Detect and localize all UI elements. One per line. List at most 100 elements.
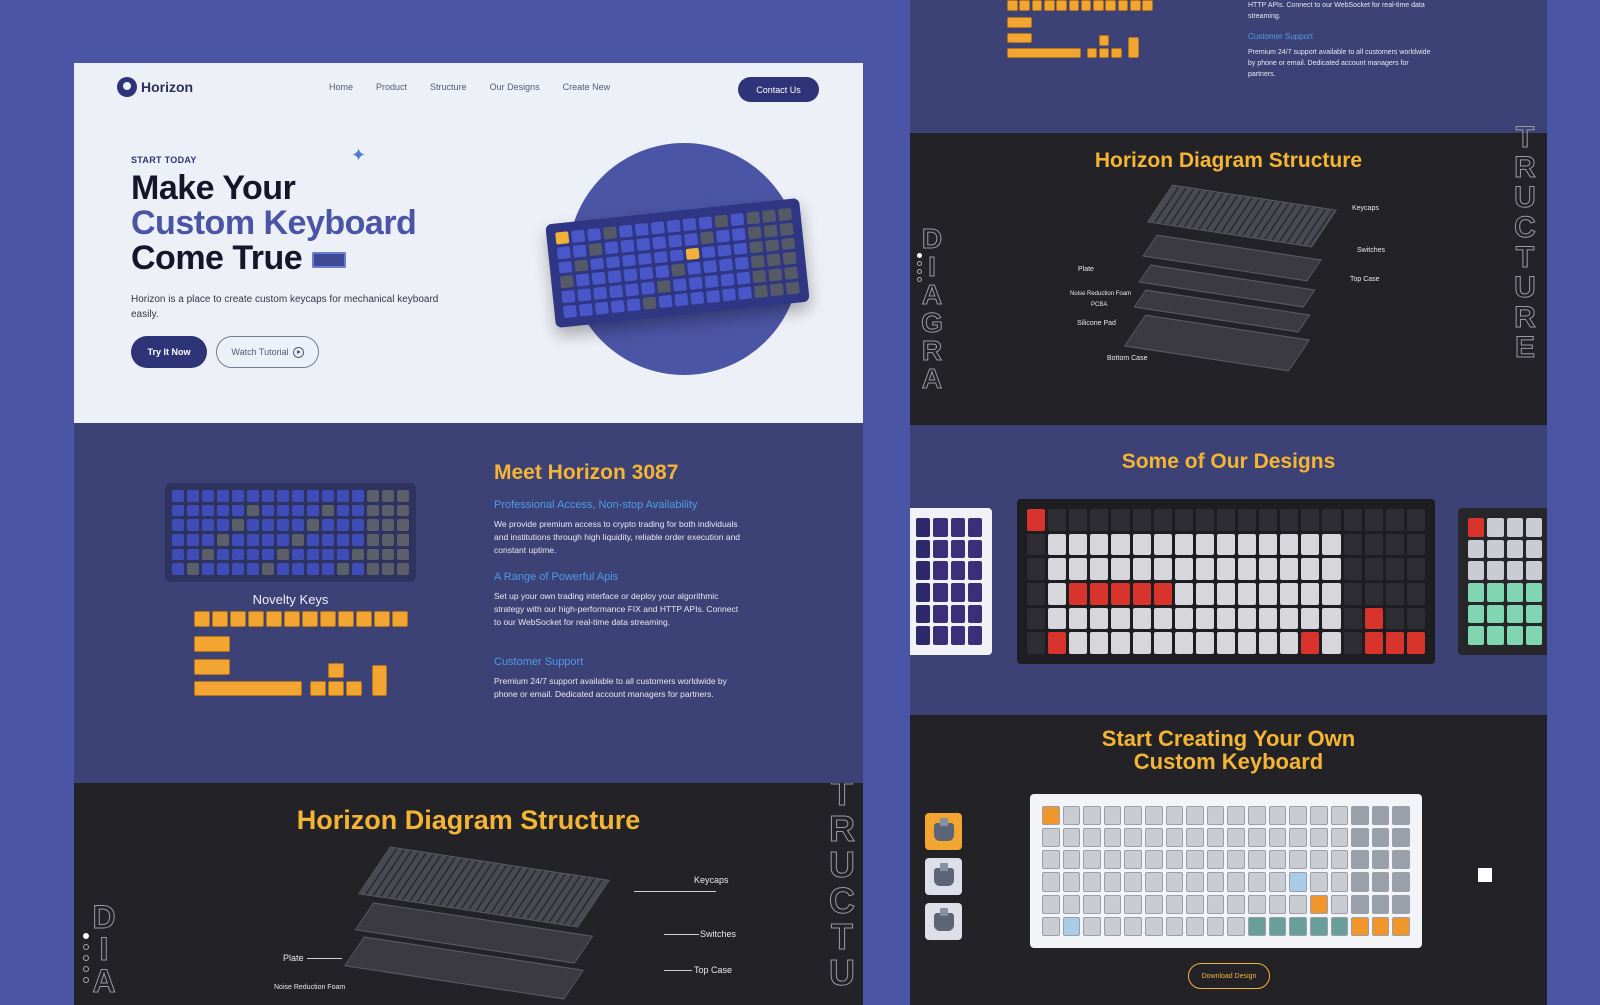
- keycap: [1406, 558, 1425, 580]
- keycap: [1090, 533, 1109, 556]
- design-card-featured[interactable]: [1017, 499, 1435, 664]
- keycap: [1090, 632, 1109, 654]
- nav-item-structure[interactable]: Structure: [430, 82, 467, 92]
- keycap: [779, 222, 794, 236]
- novelty-keycap: [1031, 0, 1043, 11]
- novelty-keycap: [1111, 47, 1122, 59]
- keycap: [337, 519, 349, 531]
- slider-dot[interactable]: [917, 277, 922, 282]
- keycap: [1111, 632, 1130, 654]
- nav-item-product[interactable]: Product: [376, 82, 407, 92]
- switch-option-blue[interactable]: [925, 858, 962, 895]
- keycap: [1111, 558, 1130, 580]
- keycap: [1165, 828, 1184, 848]
- nav-item-home[interactable]: Home: [329, 82, 353, 92]
- keycap: [1048, 558, 1067, 580]
- slider-dot[interactable]: [83, 966, 89, 972]
- slider-dot[interactable]: [917, 261, 922, 266]
- keycap: [1322, 533, 1341, 556]
- keycap: [1385, 558, 1404, 580]
- keycap: [202, 533, 214, 546]
- keycap: [307, 548, 319, 561]
- keycap: [277, 490, 289, 502]
- feature-title: Professional Access, Non-stop Availabili…: [494, 499, 698, 511]
- nav-item-create-new[interactable]: Create New: [563, 82, 611, 92]
- keycap: [1392, 850, 1410, 870]
- keycap: [1042, 916, 1060, 936]
- keycap: [307, 533, 319, 546]
- keycap: [337, 548, 349, 561]
- novelty-keycap: [1007, 47, 1081, 59]
- keycap: [1206, 894, 1225, 914]
- keycap: [292, 533, 304, 546]
- keycap: [1042, 872, 1060, 892]
- nav-item-our-designs[interactable]: Our Designs: [490, 82, 540, 92]
- landing-page-mockup: Horizon Home Product Structure Our Desig…: [74, 63, 863, 1005]
- design-card-next[interactable]: [1458, 508, 1547, 655]
- keycap: [1216, 509, 1236, 531]
- slider-dot[interactable]: [917, 269, 922, 274]
- brand-logo[interactable]: Horizon: [117, 77, 193, 97]
- keycap: [1268, 850, 1287, 870]
- switch-option-gray[interactable]: [925, 903, 962, 940]
- design-card-prev[interactable]: [910, 508, 992, 655]
- switch-option-yellow[interactable]: [925, 813, 962, 850]
- keycap: [1330, 872, 1349, 892]
- novelty-keycap-set-image: [194, 611, 408, 697]
- keycap: [777, 207, 793, 221]
- keycap: [1330, 894, 1349, 914]
- keycap: [950, 539, 965, 559]
- keycap: [1048, 533, 1067, 556]
- keycap: [782, 252, 797, 266]
- slider-dot[interactable]: [83, 955, 89, 961]
- keycap: [1216, 533, 1236, 556]
- keycap: [232, 504, 244, 517]
- keycap: [1487, 518, 1504, 537]
- keycap: [781, 237, 796, 251]
- keycap: [1343, 509, 1362, 531]
- keycap: [668, 234, 683, 248]
- watch-tutorial-button[interactable]: Watch Tutorial: [216, 336, 319, 368]
- keyboard-builder-preview[interactable]: [1030, 794, 1422, 948]
- keycap: [653, 250, 668, 264]
- download-design-button[interactable]: Download Design: [1188, 963, 1270, 989]
- keycap: [607, 270, 622, 284]
- keycap: [730, 212, 745, 226]
- keycap: [1364, 607, 1383, 630]
- hero-description: Horizon is a place to create custom keyc…: [131, 294, 439, 320]
- keycap: [690, 291, 705, 305]
- slider-dot[interactable]: [917, 253, 922, 258]
- contact-us-button[interactable]: Contact Us: [738, 77, 819, 102]
- novelty-keycap: [1007, 0, 1018, 11]
- keycap: [1027, 632, 1046, 654]
- keycap: [292, 490, 304, 502]
- keycap: [382, 504, 394, 517]
- keycap: [1048, 582, 1067, 605]
- keycap: [1301, 632, 1320, 654]
- hero-eyebrow: START TODAY: [131, 155, 197, 165]
- keycap: [1124, 916, 1143, 936]
- keycap: [916, 539, 931, 559]
- slider-dot[interactable]: [83, 933, 89, 939]
- keycap: [1343, 607, 1362, 630]
- keycap: [699, 230, 715, 245]
- keycap: [1506, 561, 1523, 580]
- try-it-now-button[interactable]: Try It Now: [131, 336, 207, 368]
- keycap: [687, 262, 702, 276]
- keycap: [1268, 872, 1287, 892]
- keycap: [1090, 558, 1109, 580]
- keycap: [967, 626, 982, 645]
- keycap: [626, 298, 641, 312]
- keycap: [1186, 872, 1204, 892]
- keycap: [1468, 561, 1485, 580]
- keycap: [1083, 916, 1101, 936]
- keycap: [1371, 916, 1390, 936]
- feature-availability: Professional Access, Non-stop Availabili…: [494, 499, 746, 557]
- keycap: [1248, 850, 1266, 870]
- slider-dot[interactable]: [83, 944, 89, 950]
- slider-dots[interactable]: [917, 253, 922, 282]
- keycap: [187, 490, 199, 502]
- ghost-text-right: TRUCTU: [829, 783, 856, 993]
- slider-dot[interactable]: [83, 977, 89, 983]
- slider-dots[interactable]: [83, 933, 89, 983]
